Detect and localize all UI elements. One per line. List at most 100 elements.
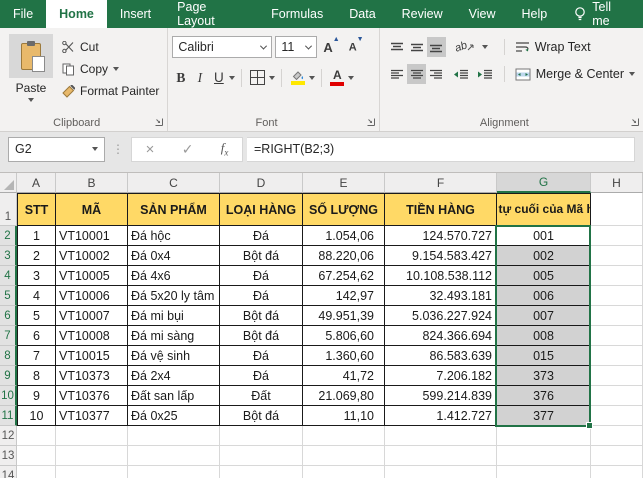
increase-font-size-button[interactable]: A▲: [320, 36, 342, 54]
paste-button[interactable]: Paste: [8, 34, 54, 113]
cell-stt[interactable]: 8: [17, 366, 56, 386]
cancel-icon[interactable]: ×: [146, 141, 155, 158]
orientation-dropdown-icon[interactable]: [481, 45, 488, 49]
copy-button[interactable]: Copy: [58, 58, 163, 80]
cell-empty[interactable]: [303, 466, 385, 478]
cell-stt[interactable]: 3: [17, 266, 56, 286]
cell-loai-hang[interactable]: Đất: [220, 386, 303, 406]
cell-ma[interactable]: VT10001: [56, 226, 128, 246]
cell-empty[interactable]: [591, 406, 643, 426]
tab-review[interactable]: Review: [389, 0, 456, 28]
fill-handle[interactable]: [586, 422, 593, 429]
cell-empty[interactable]: [220, 446, 303, 466]
cell-empty[interactable]: [591, 466, 643, 478]
cell-ma[interactable]: VT10007: [56, 306, 128, 326]
cell-san-pham[interactable]: Đá 0x4: [128, 246, 220, 266]
row-header[interactable]: 14: [0, 466, 17, 478]
borders-button[interactable]: [248, 67, 267, 88]
cell-san-pham[interactable]: Đá 5x20 ly tâm: [128, 286, 220, 306]
cell-empty[interactable]: [385, 426, 497, 446]
cell-so-luong[interactable]: 49.951,39: [303, 306, 385, 326]
cell-ma[interactable]: VT10008: [56, 326, 128, 346]
cell-so-luong[interactable]: 21.069,80: [303, 386, 385, 406]
cell-loai-hang[interactable]: Đá: [220, 226, 303, 246]
cell-loai-hang[interactable]: Bột đá: [220, 306, 303, 326]
italic-button[interactable]: I: [191, 67, 208, 88]
cell-empty[interactable]: [17, 466, 56, 478]
cell-empty[interactable]: [56, 426, 128, 446]
cell-empty[interactable]: [591, 326, 643, 346]
cell-san-pham[interactable]: Đá 2x4: [128, 366, 220, 386]
orientation-button[interactable]: ab: [450, 37, 480, 57]
cell-empty[interactable]: [497, 466, 591, 478]
cell-tien-hang[interactable]: 124.570.727: [385, 226, 497, 246]
cell-stt[interactable]: 2: [17, 246, 56, 266]
cell-ma-cuoi[interactable]: 005: [497, 266, 591, 286]
align-left-button[interactable]: [388, 64, 407, 84]
cell-so-luong[interactable]: 11,10: [303, 406, 385, 426]
fill-color-dropdown-icon[interactable]: [309, 75, 316, 80]
font-color-dropdown-icon[interactable]: [348, 75, 355, 80]
align-right-button[interactable]: [427, 64, 446, 84]
cell-empty[interactable]: [128, 466, 220, 478]
header-cell-ma[interactable]: MÃ: [56, 193, 128, 226]
cell-tien-hang[interactable]: 7.206.182: [385, 366, 497, 386]
cell-empty[interactable]: [220, 466, 303, 478]
cut-button[interactable]: Cut: [58, 36, 163, 58]
cell-tien-hang[interactable]: 599.214.839: [385, 386, 497, 406]
cell-san-pham[interactable]: Đất san lấp: [128, 386, 220, 406]
cell-empty[interactable]: [220, 426, 303, 446]
row-header[interactable]: 8: [0, 346, 17, 366]
formula-bar-splitter[interactable]: ⋮: [112, 142, 124, 156]
column-header-c[interactable]: C: [128, 173, 220, 193]
tab-page-layout[interactable]: Page Layout: [164, 0, 258, 28]
cell-tien-hang[interactable]: 9.154.583.427: [385, 246, 497, 266]
align-center-button[interactable]: [407, 64, 427, 84]
cell-tien-hang[interactable]: 86.583.639: [385, 346, 497, 366]
formula-input[interactable]: =RIGHT(B2;3): [247, 136, 635, 162]
copy-dropdown-icon[interactable]: [113, 67, 120, 71]
cell-ma-cuoi[interactable]: 006: [497, 286, 591, 306]
cell-empty[interactable]: [591, 366, 643, 386]
tab-help[interactable]: Help: [509, 0, 561, 28]
insert-function-icon[interactable]: fx: [221, 140, 229, 158]
column-header-b[interactable]: B: [56, 173, 128, 193]
cell-san-pham[interactable]: Đá 0x25: [128, 406, 220, 426]
tab-tell-me[interactable]: Tell me: [560, 0, 643, 28]
cell-stt[interactable]: 7: [17, 346, 56, 366]
font-color-button[interactable]: A: [328, 67, 346, 88]
enter-icon[interactable]: ✓: [182, 141, 194, 158]
cell-empty[interactable]: [56, 466, 128, 478]
cell-tien-hang[interactable]: 824.366.694: [385, 326, 497, 346]
cell-empty[interactable]: [591, 193, 643, 226]
cell-san-pham[interactable]: Đá 4x6: [128, 266, 220, 286]
cell-empty[interactable]: [591, 386, 643, 406]
cell-tien-hang[interactable]: 32.493.181: [385, 286, 497, 306]
row-header[interactable]: 3: [0, 246, 17, 266]
cell-loai-hang[interactable]: Bột đá: [220, 326, 303, 346]
cell-ma-cuoi[interactable]: 377: [497, 406, 591, 426]
cell-tien-hang[interactable]: 5.036.227.924: [385, 306, 497, 326]
cell-empty[interactable]: [591, 226, 643, 246]
cell-empty[interactable]: [591, 346, 643, 366]
cell-ma-cuoi[interactable]: 002: [497, 246, 591, 266]
row-header[interactable]: 13: [0, 446, 17, 466]
alignment-dialog-launcher-icon[interactable]: [630, 117, 640, 127]
cell-ma-cuoi[interactable]: 001: [497, 226, 591, 246]
cell-ma-cuoi[interactable]: 373: [497, 366, 591, 386]
font-name-select[interactable]: Calibri: [172, 36, 273, 58]
cell-so-luong[interactable]: 1.054,06: [303, 226, 385, 246]
cell-empty[interactable]: [128, 426, 220, 446]
cell-empty[interactable]: [591, 446, 643, 466]
name-box[interactable]: G2: [8, 136, 105, 162]
clipboard-dialog-launcher-icon[interactable]: [154, 117, 164, 127]
row-header[interactable]: 5: [0, 286, 17, 306]
row-header-1[interactable]: 1: [0, 193, 17, 226]
cell-so-luong[interactable]: 41,72: [303, 366, 385, 386]
merge-center-button[interactable]: Merge & Center: [511, 63, 639, 85]
cell-empty[interactable]: [56, 446, 128, 466]
row-header[interactable]: 7: [0, 326, 17, 346]
row-header[interactable]: 12: [0, 426, 17, 446]
column-header-f[interactable]: F: [385, 173, 497, 193]
decrease-indent-button[interactable]: [450, 64, 472, 84]
